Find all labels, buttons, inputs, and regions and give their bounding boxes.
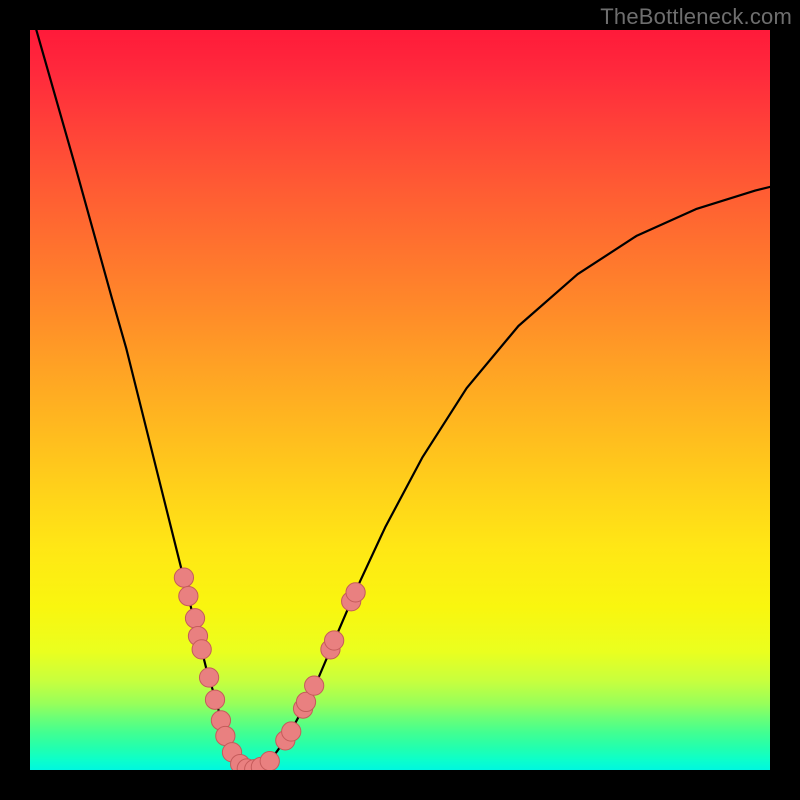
curve-marker (260, 752, 279, 771)
watermark-text: TheBottleneck.com (600, 4, 792, 30)
curve-marker (325, 631, 344, 650)
curve-marker (185, 609, 204, 628)
curve-marker (192, 640, 211, 659)
bottleneck-curve (30, 30, 770, 770)
curve-marker (282, 722, 301, 741)
curve-markers (174, 568, 365, 770)
chart-overlay (30, 30, 770, 770)
curve-marker (205, 690, 224, 709)
chart-frame: TheBottleneck.com (0, 0, 800, 800)
curve-marker (174, 568, 193, 587)
curve-marker (346, 583, 365, 602)
curve-marker (179, 586, 198, 605)
plot-area (30, 30, 770, 770)
curve-marker (199, 668, 218, 687)
curve-marker (305, 676, 324, 695)
